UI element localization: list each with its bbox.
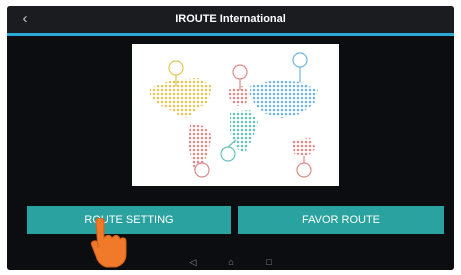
app-screen: ‹ IROUTE International ROUTE SETTING FAV… xyxy=(7,6,454,270)
africa-region xyxy=(230,110,258,154)
nav-recents-icon[interactable]: □ xyxy=(263,256,275,268)
world-map-icon xyxy=(150,52,318,178)
title-accent-line xyxy=(7,33,454,36)
hand-pointer-icon xyxy=(90,218,127,268)
nav-back-icon[interactable]: ◁ xyxy=(187,256,199,268)
favor-route-button[interactable]: FAVOR ROUTE xyxy=(238,206,444,234)
title-bar: ‹ IROUTE International xyxy=(7,6,454,33)
north-america-region xyxy=(150,78,212,118)
nav-home-icon[interactable]: ⌂ xyxy=(225,256,237,268)
world-map-image xyxy=(132,44,339,186)
asia-region xyxy=(250,80,318,118)
australia-region xyxy=(292,138,316,156)
europe-region xyxy=(228,86,250,106)
system-nav-bar: ◁ ⌂ □ xyxy=(7,254,454,270)
page-title: IROUTE International xyxy=(175,13,286,25)
